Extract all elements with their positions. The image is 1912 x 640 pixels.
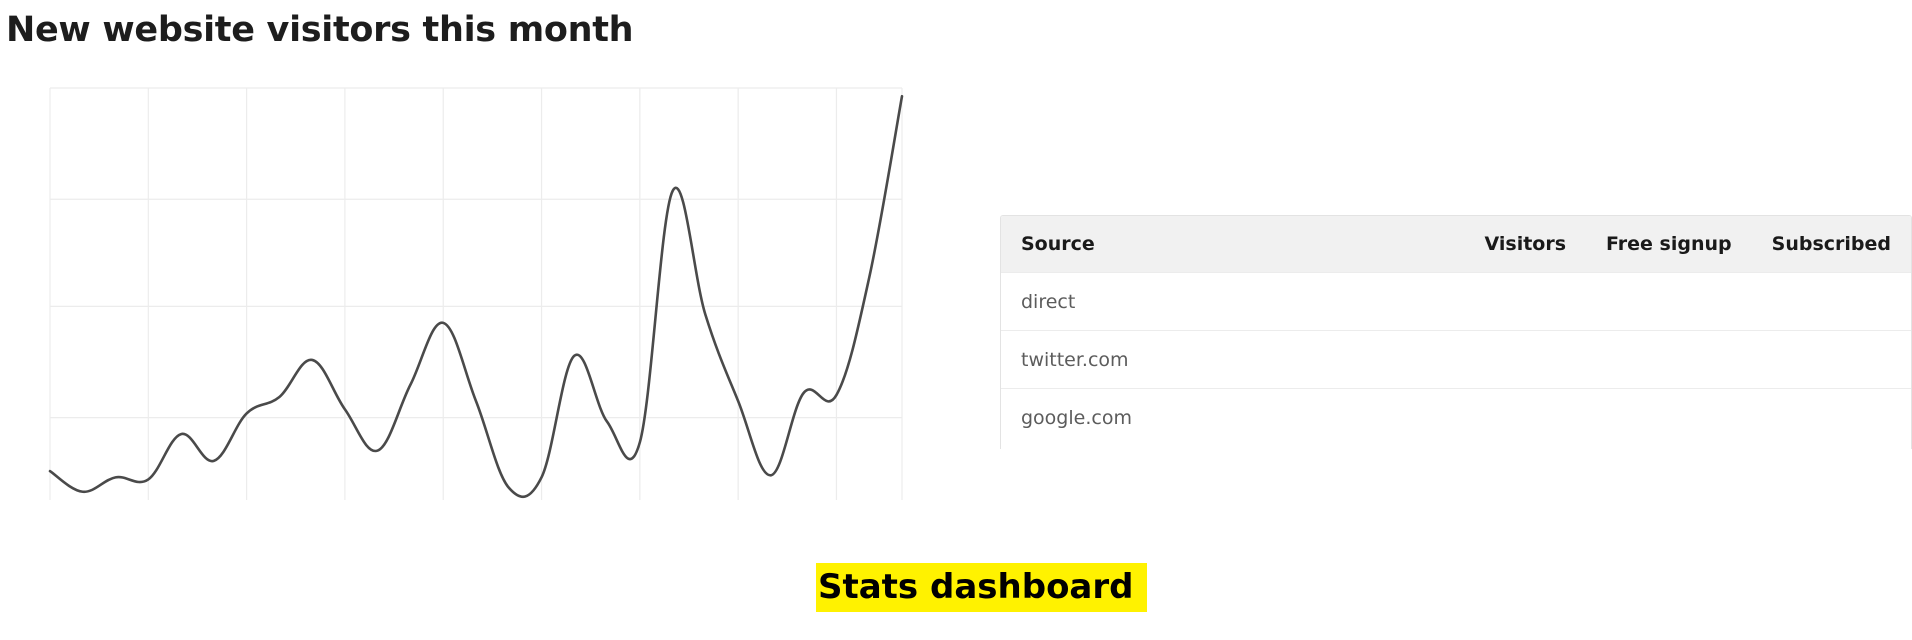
- table-row[interactable]: direct: [1001, 272, 1911, 331]
- visitors-cell: [1464, 272, 1587, 331]
- chart-grid: [49, 87, 903, 500]
- series-line: [48, 94, 904, 498]
- subscribed-cell: [1751, 272, 1911, 331]
- free-signup-cell: [1586, 330, 1752, 389]
- traffic-sources-table-container: Source Visitors Free signup Subscribed d…: [1000, 215, 1912, 449]
- column-header-subscribed[interactable]: Subscribed: [1752, 216, 1911, 273]
- traffic-sources-table: Source Visitors Free signup Subscribed d…: [1001, 216, 1911, 446]
- subscribed-cell: [1751, 388, 1911, 446]
- free-signup-cell: [1586, 388, 1752, 446]
- column-header-visitors[interactable]: Visitors: [1465, 216, 1587, 273]
- column-header-source[interactable]: Source: [1001, 216, 1465, 273]
- free-signup-cell: [1586, 272, 1752, 331]
- visitors-line-chart: [48, 87, 904, 500]
- visitors-chart: [46, 86, 908, 502]
- page-title: New website visitors this month: [6, 10, 634, 50]
- source-cell: google.com: [1001, 388, 1465, 446]
- source-cell: direct: [1001, 272, 1465, 331]
- source-cell: twitter.com: [1001, 330, 1465, 389]
- visitors-cell: [1464, 388, 1587, 446]
- column-header-free-signup[interactable]: Free signup: [1586, 216, 1752, 273]
- table-header-row: Source Visitors Free signup Subscribed: [1001, 216, 1911, 273]
- stats-dashboard-label: Stats dashboard: [816, 563, 1148, 612]
- visitors-cell: [1464, 330, 1587, 389]
- subscribed-cell: [1751, 330, 1911, 389]
- table-row[interactable]: twitter.com: [1001, 330, 1911, 389]
- table-row[interactable]: google.com: [1001, 388, 1911, 446]
